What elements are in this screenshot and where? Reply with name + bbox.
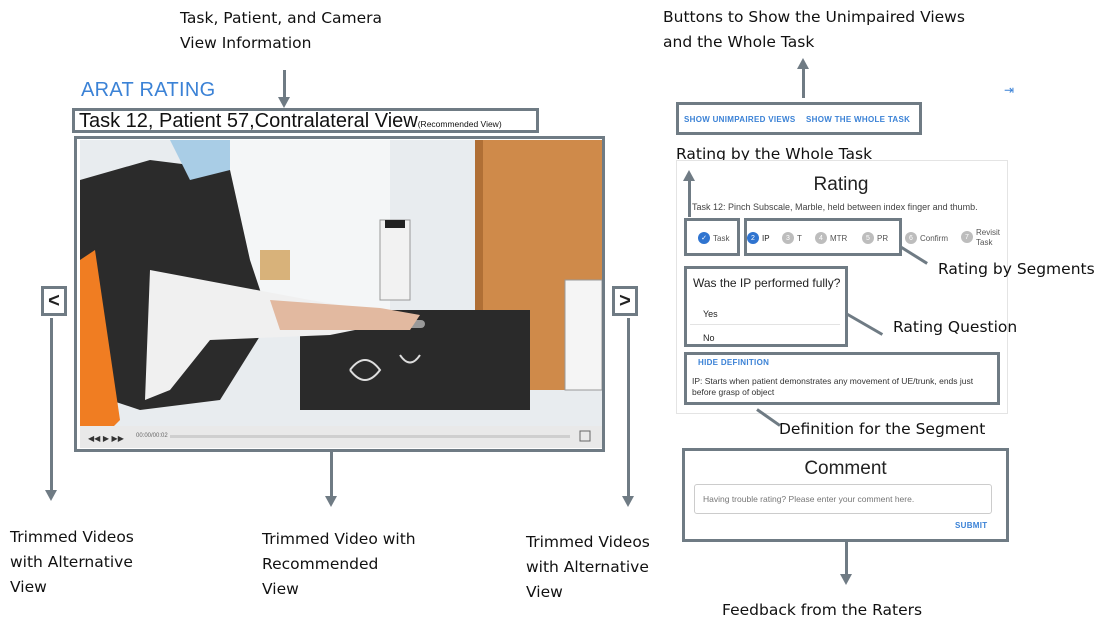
annotation-line: Trimmed Videos <box>526 533 650 551</box>
step-t[interactable]: 3 T <box>782 232 802 244</box>
annotation-line: Recommended <box>262 555 379 573</box>
annotation-line: Trimmed Video with <box>262 530 416 548</box>
logout-icon[interactable]: ⇥ <box>1004 83 1014 97</box>
step-label: MTR <box>830 233 848 243</box>
annotation-trimmed-left: Trimmed Videos with Alternative View <box>10 525 134 600</box>
video-frame-image: ◀◀ ▶ ▶▶ <box>80 140 602 448</box>
svg-text:◀◀ ▶ ▶▶: ◀◀ ▶ ▶▶ <box>88 434 125 443</box>
chevron-left-icon: < <box>48 289 60 312</box>
annotation-buttons-info: Buttons to Show the Unimpaired Views and… <box>663 5 965 55</box>
option-divider <box>690 324 840 325</box>
arrow-down <box>50 318 53 490</box>
arrow-head <box>840 574 852 585</box>
step-revisit-task[interactable]: 7 Revisit Task <box>961 228 1000 248</box>
show-unimpaired-views-button[interactable]: SHOW UNIMPAIRED VIEWS <box>684 115 796 124</box>
annotation-rating-question: Rating Question <box>893 318 1018 336</box>
show-whole-task-button[interactable]: SHOW THE WHOLE TASK <box>806 115 910 124</box>
definition-text: IP: Starts when patient demonstrates any… <box>692 376 974 397</box>
arrow-down <box>330 452 333 497</box>
rating-question: Was the IP performed fully? <box>693 276 841 290</box>
chevron-right-icon: > <box>619 289 631 312</box>
step-number: 6 <box>905 232 917 244</box>
arrow-head <box>45 490 57 501</box>
step-confirm[interactable]: 6 Confirm <box>905 232 948 244</box>
step-pr[interactable]: 5 PR <box>862 232 888 244</box>
arrow-up <box>802 68 805 98</box>
annotation-definition: Definition for the Segment <box>779 420 986 438</box>
step-number: 7 <box>961 231 973 243</box>
video-time: 00:00/00:02 <box>136 433 168 439</box>
submit-button[interactable]: SUBMIT <box>955 521 987 530</box>
step-label: IP <box>762 233 770 243</box>
arrow-head <box>325 496 337 507</box>
step-ip[interactable]: 2 IP <box>747 232 770 244</box>
step-number: 5 <box>862 232 874 244</box>
task-title-text: Task 12, Patient 57,Contralateral View <box>79 110 418 132</box>
annotation-rating-segments: Rating by Segments <box>938 260 1095 278</box>
step-label: T <box>797 233 802 243</box>
step-mtr[interactable]: 4 MTR <box>815 232 847 244</box>
option-no[interactable]: No <box>703 333 715 343</box>
annotation-feedback: Feedback from the Raters <box>722 601 923 619</box>
annotation-line: Task, Patient, and Camera <box>180 9 383 27</box>
arrow-head <box>278 97 290 108</box>
check-icon: ✓ <box>698 232 710 244</box>
step-label: PR <box>877 233 889 243</box>
annotation-line: View <box>262 580 299 598</box>
step-label-line: Revisit <box>976 228 1001 237</box>
rating-title: Rating <box>813 174 869 195</box>
rating-subtitle: Task 12: Pinch Subscale, Marble, held be… <box>692 202 978 212</box>
annotation-task-info: Task, Patient, and Camera View Informati… <box>180 6 382 56</box>
prev-view-button[interactable]: < <box>41 286 67 316</box>
step-number: 4 <box>815 232 827 244</box>
annotation-line: View <box>10 578 47 596</box>
recommended-tag: (Recommended View) <box>417 119 502 129</box>
arrow-up <box>688 180 691 217</box>
comment-input[interactable]: Having trouble rating? Please enter your… <box>694 484 992 514</box>
next-view-button[interactable]: > <box>612 286 638 316</box>
option-yes[interactable]: Yes <box>703 309 718 319</box>
annotation-line: Trimmed Videos <box>10 528 134 546</box>
annotation-line: and the Whole Task <box>663 33 815 51</box>
arrow-down <box>627 318 630 496</box>
step-number: 3 <box>782 232 794 244</box>
comment-placeholder: Having trouble rating? Please enter your… <box>703 494 915 504</box>
app-title: ARAT RATING <box>81 79 216 101</box>
step-number: 2 <box>747 232 759 244</box>
comment-title: Comment <box>804 458 887 479</box>
step-label-line: Task <box>976 238 993 247</box>
annotation-line: with Alternative <box>526 558 649 576</box>
annotation-trimmed-center: Trimmed Video with Recommended View <box>262 527 416 602</box>
annotation-line: with Alternative <box>10 553 133 571</box>
step-label: Confirm <box>920 233 949 243</box>
arrow-down <box>283 70 286 98</box>
hide-definition-button[interactable]: HIDE DEFINITION <box>698 358 769 367</box>
step-label: Revisit Task <box>976 228 1000 248</box>
video-player[interactable]: ◀◀ ▶ ▶▶ 00:00/00:02 <box>80 140 602 448</box>
arrow-down <box>845 542 848 574</box>
annotation-trimmed-right: Trimmed Videos with Alternative View <box>526 530 650 605</box>
annotation-line: View <box>526 583 563 601</box>
arrow-head <box>622 496 634 507</box>
step-label: Task <box>713 233 730 243</box>
task-title: Task 12, Patient 57,Contralateral View(R… <box>79 110 502 133</box>
annotation-line: Buttons to Show the Unimpaired Views <box>663 8 965 26</box>
annotation-line: View Information <box>180 34 312 52</box>
step-task[interactable]: ✓ Task <box>698 232 729 244</box>
